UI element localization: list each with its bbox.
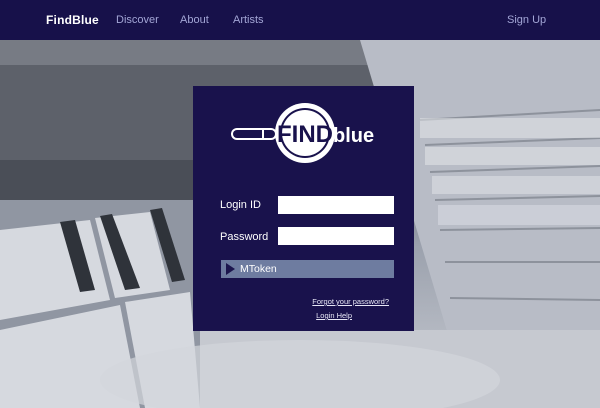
top-navigation-bar: FindBlue Discover About Artists Sign Up [0, 0, 600, 40]
brand-link[interactable]: FindBlue [46, 13, 99, 27]
play-triangle-icon [226, 263, 235, 275]
password-input[interactable] [278, 227, 394, 245]
login-panel: FIND blue Login ID Password MToken Forgo… [193, 86, 414, 331]
mtoken-button[interactable]: MToken [221, 260, 394, 278]
logo-find-text: FIND [277, 121, 333, 148]
mtoken-button-label: MToken [240, 263, 277, 275]
forgot-password-link[interactable]: Forgot your password? [312, 297, 389, 306]
nav-link-discover[interactable]: Discover [116, 14, 159, 26]
password-label: Password [220, 231, 269, 243]
findblue-logo: FIND blue [231, 103, 374, 163]
nav-link-artists[interactable]: Artists [233, 14, 264, 26]
nav-link-about[interactable]: About [180, 14, 209, 26]
login-help-link[interactable]: Login Help [316, 311, 352, 320]
login-id-label: Login ID [220, 199, 261, 211]
login-id-input[interactable] [278, 196, 394, 214]
sign-up-link[interactable]: Sign Up [507, 14, 546, 26]
logo-blue-text: blue [333, 125, 374, 147]
